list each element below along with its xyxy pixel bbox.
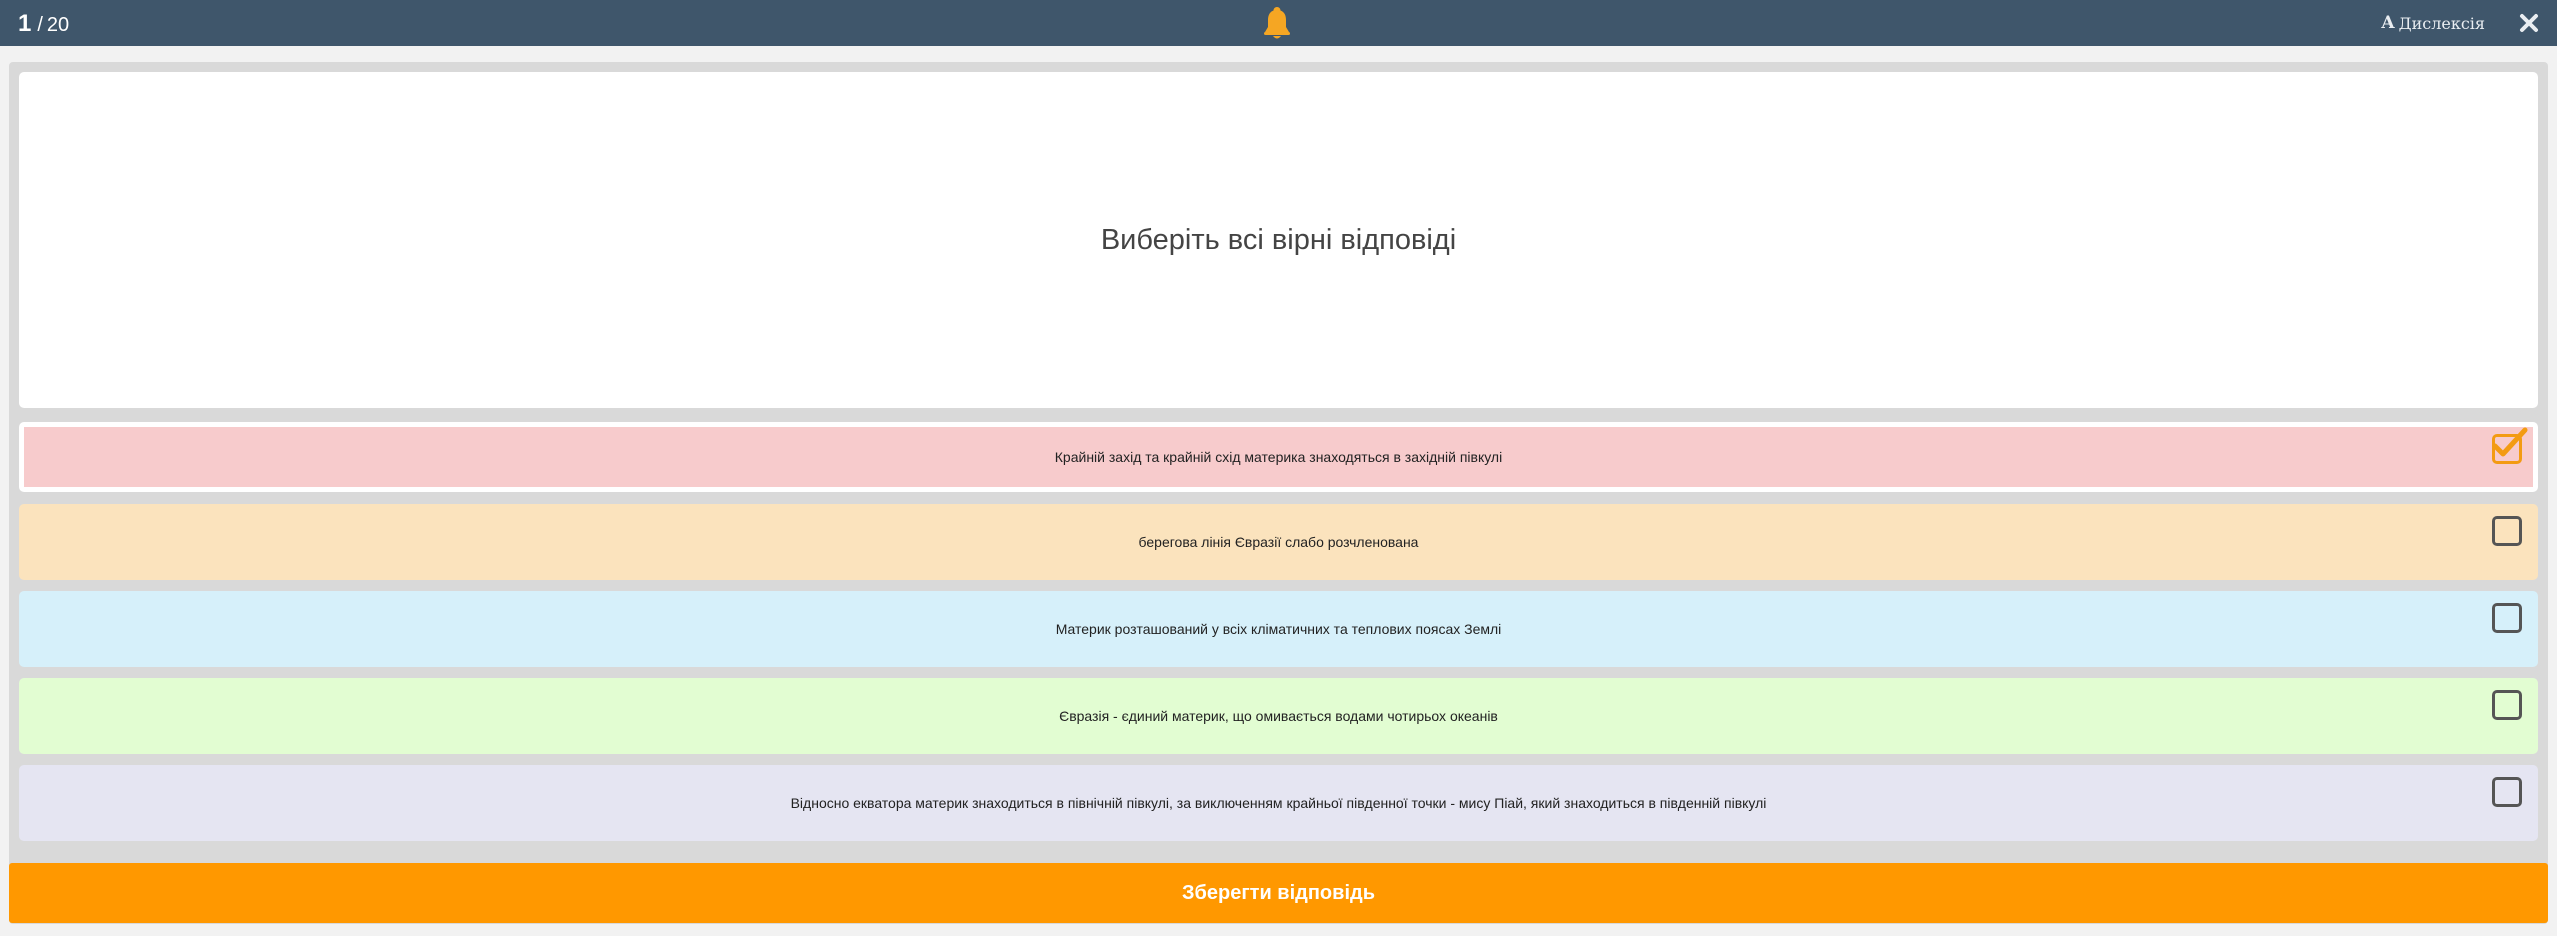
checkbox-unchecked[interactable]	[2492, 603, 2522, 633]
dyslexia-toggle[interactable]: A Дислексія	[2381, 12, 2485, 34]
answer-option-1[interactable]: Крайній захід та крайній схід материка з…	[19, 422, 2538, 492]
quiz-panel: Виберіть всі вірні відповіді Крайній зах…	[9, 62, 2548, 924]
close-icon	[2520, 14, 2538, 32]
answer-option-5[interactable]: Відносно екватора материк знаходиться в …	[19, 765, 2538, 841]
current-question-number: 1	[18, 10, 32, 37]
save-answer-button[interactable]: Зберегти відповідь	[9, 863, 2548, 923]
dyslexia-font-icon: A	[2381, 13, 2395, 33]
question-text: Виберіть всі вірні відповіді	[1100, 223, 1457, 256]
answer-text: Материк розташований у всіх кліматичних …	[1055, 621, 1502, 637]
checkbox-unchecked[interactable]	[2492, 777, 2522, 807]
answer-option-4[interactable]: Євразія - єдиний материк, що омивається …	[19, 678, 2538, 754]
answer-text: Відносно екватора материк знаходиться в …	[790, 795, 1767, 811]
checkbox-unchecked[interactable]	[2492, 690, 2522, 720]
answer-text: берегова лінія Євразії слабо розчленован…	[1138, 534, 1419, 550]
bell-icon[interactable]	[1262, 5, 1292, 41]
answer-option-3[interactable]: Материк розташований у всіх кліматичних …	[19, 591, 2538, 667]
total-questions: 20	[46, 14, 70, 36]
top-bar: 1 / 20 A Дислексія	[0, 0, 2557, 46]
answer-text: Євразія - єдиний материк, що омивається …	[1059, 708, 1498, 724]
checkbox-unchecked[interactable]	[2492, 516, 2522, 546]
checkmark-icon	[2492, 427, 2528, 457]
answer-option-2[interactable]: берегова лінія Євразії слабо розчленован…	[19, 504, 2538, 580]
answer-text: Крайній захід та крайній схід материка з…	[1054, 449, 1503, 465]
close-button[interactable]	[2515, 9, 2543, 37]
counter-separator: /	[37, 14, 43, 36]
question-counter: 1 / 20	[18, 10, 70, 37]
dyslexia-label: Дислексія	[2398, 13, 2485, 33]
question-card: Виберіть всі вірні відповіді	[19, 72, 2538, 408]
